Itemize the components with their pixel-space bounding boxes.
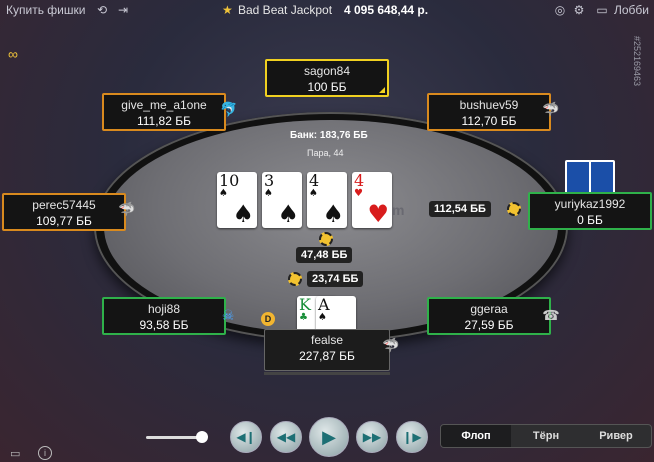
player-seat-give_me_a1one[interactable]: give_me_a1one 111,82 ББ <box>102 93 226 131</box>
player-seat-fealse[interactable]: fealse 227,87 ББ <box>264 329 390 371</box>
play-icon[interactable]: ▶ <box>309 417 349 457</box>
card-suit-large: ♠ <box>232 200 254 228</box>
shark-icon: 🦈 <box>542 101 560 117</box>
player-stack: 109,77 ББ <box>36 214 92 228</box>
chip-stack-icon <box>288 272 302 286</box>
player-stack: 0 ББ <box>577 213 603 227</box>
player-stack: 100 ББ <box>307 80 347 94</box>
bet-yuriykaz1992: 112,54 ББ <box>429 201 491 217</box>
jackpot-amount: 4 095 648,44 р. <box>344 3 429 17</box>
pot-total: Банк: 183,76 ББ <box>290 130 368 141</box>
board-card: 4 ♥ ♥ <box>352 172 392 228</box>
replay-slider[interactable] <box>146 431 208 443</box>
card-suit: ♠ <box>264 188 273 199</box>
card-suit-large: ♠ <box>277 200 299 228</box>
dolphin-icon: 🐬 <box>220 101 238 117</box>
card-rank: 10 <box>219 171 240 190</box>
street-tab-flop[interactable]: Флоп <box>441 425 511 447</box>
street-selector: Флоп Тёрн Ривер <box>440 424 652 448</box>
bet-hoji88: 23,74 ББ <box>307 271 364 287</box>
fast-forward-icon[interactable]: ▶▶ <box>356 421 388 453</box>
player-seat-bushuev59[interactable]: bushuev59 112,70 ББ <box>427 93 551 131</box>
shark-icon: 🦈 <box>382 337 400 353</box>
target-icon[interactable]: ◎ <box>553 3 567 17</box>
card-rank: A <box>318 295 330 314</box>
player-name: hoji88 <box>147 302 181 316</box>
card-rank: 4 <box>354 171 365 190</box>
bet-center: 47,48 ББ <box>296 247 353 263</box>
shark-icon: 🦈 <box>118 201 136 217</box>
street-tab-turn[interactable]: Тёрн <box>511 425 581 447</box>
chip-stack-icon <box>319 232 333 246</box>
hand-name: Пара, 44 <box>307 148 344 158</box>
street-tab-river[interactable]: Ривер <box>581 425 651 447</box>
player-stack: 227,87 ББ <box>299 349 355 363</box>
skull-icon: ☠ <box>221 307 235 323</box>
player-name: fealse <box>310 333 344 347</box>
replay-slider-knob[interactable] <box>196 431 208 443</box>
card-suit: ♣ <box>299 312 308 323</box>
board-card: 3 ♠ ♠ <box>262 172 302 228</box>
player-seat-hoji88[interactable]: hoji88 93,58 ББ <box>102 297 226 335</box>
card-rank: K <box>299 295 311 314</box>
card-suit: ♥ <box>354 188 363 199</box>
time-bank-bar <box>264 372 390 375</box>
player-name: sagon84 <box>303 64 351 78</box>
step-back-icon[interactable]: ◀❙ <box>230 421 262 453</box>
board-card: 10 ♠ ♠ <box>217 172 257 228</box>
refresh-icon[interactable]: ⟲ <box>95 3 109 17</box>
player-stack: 27,59 ББ <box>464 318 514 332</box>
player-stack: 93,58 ББ <box>139 318 189 332</box>
table-id: #252169463 <box>632 35 643 87</box>
player-name: perec57445 <box>32 198 96 212</box>
top-bar: Купить фишки ⟲ ⇥ ★ Bad Beat Jackpot 4 09… <box>0 0 654 20</box>
info-icon[interactable]: i <box>38 446 52 460</box>
player-name: give_me_a1one <box>121 98 207 112</box>
card-rank: 4 <box>309 171 320 190</box>
dealer-button: D <box>261 312 275 326</box>
player-seat-ggeraa[interactable]: ggeraa 27,59 ББ <box>427 297 551 335</box>
player-stack: 112,70 ББ <box>461 114 517 128</box>
card-suit-large: ♠ <box>322 200 344 228</box>
chat-icon[interactable]: ▭ <box>10 447 20 460</box>
player-name: yuriykaz1992 <box>554 197 626 211</box>
jackpot-label: Bad Beat Jackpot <box>238 3 333 17</box>
player-seat-sagon84[interactable]: sagon84 100 ББ <box>265 59 389 97</box>
notes-icon[interactable]: ∞ <box>4 46 22 64</box>
card-suit: ♠ <box>318 312 327 323</box>
card-suit-large: ♥ <box>367 200 389 228</box>
buy-chips-link[interactable]: Купить фишки <box>6 3 85 17</box>
player-name: ggeraa <box>470 302 508 316</box>
card-suit: ♠ <box>219 188 228 199</box>
star-icon: ★ <box>222 3 233 17</box>
lobby-link[interactable]: Лобби <box>614 3 649 17</box>
card-rank: 3 <box>264 171 275 190</box>
phone-icon: ☎ <box>542 307 560 323</box>
player-seat-perec57445[interactable]: perec57445 109,77 ББ <box>2 193 126 231</box>
player-seat-yuriykaz1992[interactable]: yuriykaz1992 0 ББ <box>528 192 652 230</box>
table-id-wrap: #252169463 <box>632 26 652 106</box>
player-name: bushuev59 <box>459 98 519 112</box>
board-card: 4 ♠ ♠ <box>307 172 347 228</box>
step-forward-icon[interactable]: ❙▶ <box>396 421 428 453</box>
card-suit: ♠ <box>309 188 318 199</box>
lobby-icon[interactable]: ▭ <box>594 3 610 17</box>
gear-icon[interactable]: ⚙ <box>572 3 586 17</box>
felt-watermark: m <box>392 202 405 218</box>
chip-stack-icon <box>507 202 521 216</box>
exit-icon[interactable]: ⇥ <box>116 3 130 17</box>
rewind-icon[interactable]: ◀◀ <box>270 421 302 453</box>
player-stack: 111,82 ББ <box>136 114 191 128</box>
action-indicator <box>379 87 385 93</box>
